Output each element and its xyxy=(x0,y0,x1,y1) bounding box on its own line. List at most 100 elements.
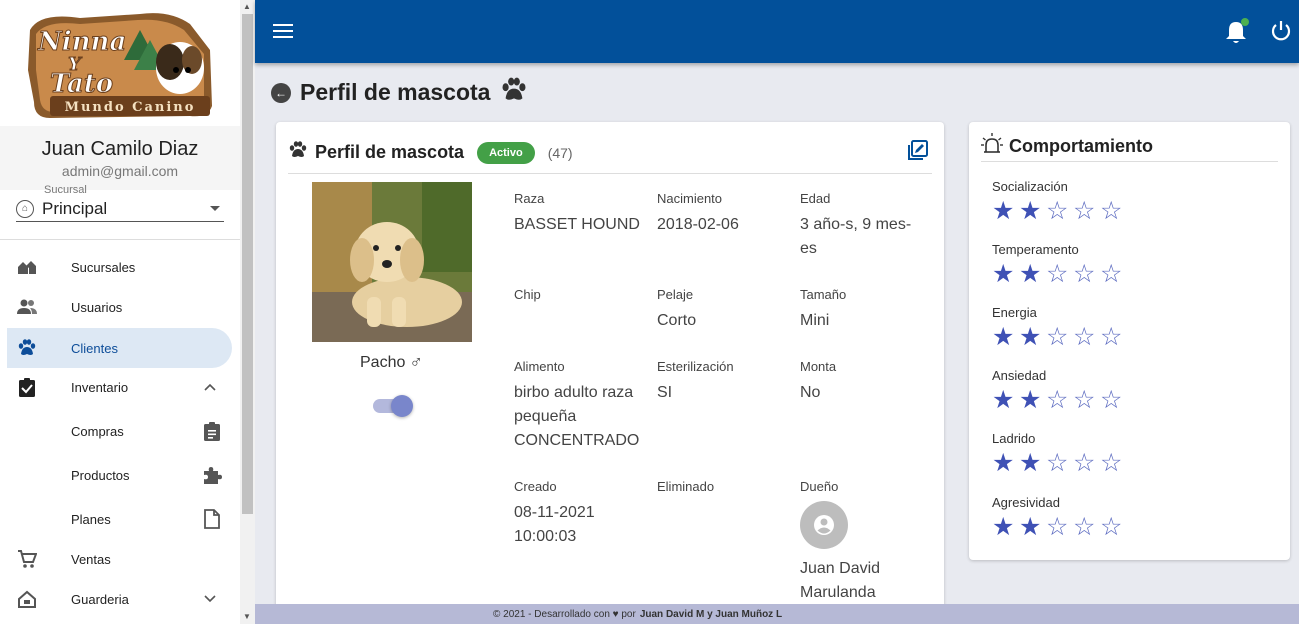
star-outline-icon[interactable]: ☆ xyxy=(1073,198,1100,224)
field-label: Chip xyxy=(514,287,541,302)
sidebar-item-clientes[interactable]: Clientes xyxy=(7,328,232,368)
field-creado: Creado 08-11-2021 10:00:03 xyxy=(514,479,624,549)
star-filled-icon[interactable]: ★ xyxy=(1019,387,1046,413)
star-outline-icon[interactable]: ☆ xyxy=(1073,514,1100,540)
star-filled-icon[interactable]: ★ xyxy=(1019,450,1046,476)
back-arrow-icon[interactable]: ← xyxy=(271,82,291,103)
star-filled-icon[interactable]: ★ xyxy=(1019,198,1046,224)
star-rating[interactable]: ★ ★ ☆ ☆ ☆ xyxy=(992,261,1127,287)
chevron-up-icon[interactable] xyxy=(204,380,216,394)
field-value: Mini xyxy=(800,312,830,329)
star-filled-icon[interactable]: ★ xyxy=(992,261,1019,287)
star-outline-icon[interactable]: ☆ xyxy=(1046,450,1073,476)
scrollbar-thumb[interactable] xyxy=(242,14,253,514)
pet-count: (47) xyxy=(547,144,573,161)
footer-authors: Juan David M y Juan Muñoz L xyxy=(639,608,783,620)
sidebar-item-productos[interactable]: Productos xyxy=(0,455,240,495)
trait-ansiedad: Ansiedad ★ ★ ☆ ☆ ☆ xyxy=(992,368,1127,413)
edit-icon[interactable] xyxy=(906,140,928,162)
sidebar-item-label: Ventas xyxy=(71,551,111,567)
notifications-bell-icon[interactable] xyxy=(1225,18,1249,44)
sidebar-item-compras[interactable]: Compras xyxy=(0,411,240,451)
trait-label: Ansiedad xyxy=(992,368,1047,383)
sidebar-item-usuarios[interactable]: Usuarios xyxy=(0,287,240,327)
alarm-light-icon xyxy=(981,133,1003,160)
star-filled-icon[interactable]: ★ xyxy=(992,324,1019,350)
sidebar: Mundo Canino Ninna Y Tato Juan Camilo Di… xyxy=(0,0,240,624)
sidebar-item-planes[interactable]: Planes xyxy=(0,499,240,539)
star-filled-icon[interactable]: ★ xyxy=(992,514,1019,540)
paw-icon xyxy=(17,338,37,358)
hamburger-menu-icon[interactable] xyxy=(273,24,293,39)
trait-socializacion: Socialización ★ ★ ☆ ☆ ☆ xyxy=(992,179,1127,224)
field-edad: Edad 3 año-s, 9 mes-es xyxy=(800,191,918,261)
star-outline-icon[interactable]: ☆ xyxy=(1073,324,1100,350)
field-alimento: Alimento birbo adulto raza pequeña CONCE… xyxy=(514,359,639,453)
document-icon xyxy=(202,509,222,529)
star-rating[interactable]: ★ ★ ☆ ☆ ☆ xyxy=(992,198,1127,224)
star-outline-icon[interactable]: ☆ xyxy=(1100,514,1127,540)
field-label: Eliminado xyxy=(657,479,715,494)
chevron-down-icon xyxy=(210,206,220,211)
sidebar-item-label: Inventario xyxy=(71,379,129,395)
sidebar-scrollbar[interactable]: ▲ ▼ xyxy=(240,0,255,624)
owner-name[interactable]: Juan David Marulanda xyxy=(800,557,900,605)
star-rating[interactable]: ★ ★ ☆ ☆ ☆ xyxy=(992,324,1127,350)
star-outline-icon[interactable]: ☆ xyxy=(1100,450,1127,476)
star-rating[interactable]: ★ ★ ☆ ☆ ☆ xyxy=(992,450,1127,476)
field-pelaje: Pelaje Corto xyxy=(657,287,797,333)
toggle-knob xyxy=(391,395,413,417)
notification-indicator xyxy=(1241,18,1249,26)
star-filled-icon[interactable]: ★ xyxy=(1019,261,1046,287)
users-icon xyxy=(17,297,37,317)
sidebar-item-guarderia[interactable]: Guarderia xyxy=(0,579,240,619)
star-filled-icon[interactable]: ★ xyxy=(1019,324,1046,350)
star-rating[interactable]: ★ ★ ☆ ☆ ☆ xyxy=(992,387,1127,413)
sidebar-item-inventario[interactable]: Inventario xyxy=(0,367,240,407)
star-outline-icon[interactable]: ☆ xyxy=(1046,198,1073,224)
trait-label: Agresividad xyxy=(992,495,1060,510)
scroll-up-arrow-icon[interactable]: ▲ xyxy=(243,2,251,11)
sidebar-item-sucursales[interactable]: Sucursales xyxy=(0,247,240,287)
pet-photo xyxy=(312,182,472,342)
star-outline-icon[interactable]: ☆ xyxy=(1100,198,1127,224)
star-outline-icon[interactable]: ☆ xyxy=(1073,387,1100,413)
logo-tagline: Mundo Canino xyxy=(65,100,196,115)
field-value: No xyxy=(800,384,821,401)
chevron-down-icon[interactable] xyxy=(204,592,216,606)
star-outline-icon[interactable]: ☆ xyxy=(1046,261,1073,287)
home-group-icon xyxy=(17,257,37,277)
star-outline-icon[interactable]: ☆ xyxy=(1046,514,1073,540)
field-eliminado: Eliminado xyxy=(657,479,797,501)
star-filled-icon[interactable]: ★ xyxy=(992,198,1019,224)
branch-field[interactable]: ⌂ Principal xyxy=(16,196,224,222)
star-outline-icon[interactable]: ☆ xyxy=(1073,450,1100,476)
star-rating[interactable]: ★ ★ ☆ ☆ ☆ xyxy=(992,514,1127,540)
pet-name: Pacho ♂ xyxy=(360,352,423,373)
star-filled-icon[interactable]: ★ xyxy=(992,387,1019,413)
power-logout-icon[interactable] xyxy=(1270,20,1292,42)
top-app-bar xyxy=(255,0,1299,63)
star-outline-icon[interactable]: ☆ xyxy=(1046,324,1073,350)
user-name: Juan Camilo Diaz xyxy=(41,138,199,160)
star-outline-icon[interactable]: ☆ xyxy=(1100,261,1127,287)
branch-select[interactable]: Sucursal ⌂ Principal xyxy=(0,184,240,240)
clipboard-check-icon xyxy=(17,377,37,397)
sidebar-item-ventas[interactable]: Ventas xyxy=(0,539,240,579)
star-outline-icon[interactable]: ☆ xyxy=(1100,324,1127,350)
user-email: admin@gmail.com xyxy=(61,163,179,179)
star-outline-icon[interactable]: ☆ xyxy=(1100,387,1127,413)
star-filled-icon[interactable]: ★ xyxy=(992,450,1019,476)
cart-icon xyxy=(17,549,37,569)
star-outline-icon[interactable]: ☆ xyxy=(1073,261,1100,287)
star-filled-icon[interactable]: ★ xyxy=(1019,514,1046,540)
field-value: BASSET HOUND xyxy=(514,216,640,233)
paw-icon xyxy=(288,140,308,165)
scroll-down-arrow-icon[interactable]: ▼ xyxy=(243,612,251,621)
star-outline-icon[interactable]: ☆ xyxy=(1046,387,1073,413)
active-toggle[interactable] xyxy=(373,395,413,417)
field-label: Creado xyxy=(514,479,557,494)
avatar[interactable] xyxy=(800,501,848,549)
field-value: 08-11-2021 10:00:03 xyxy=(514,504,595,545)
logo-line3: Tato xyxy=(50,69,113,99)
